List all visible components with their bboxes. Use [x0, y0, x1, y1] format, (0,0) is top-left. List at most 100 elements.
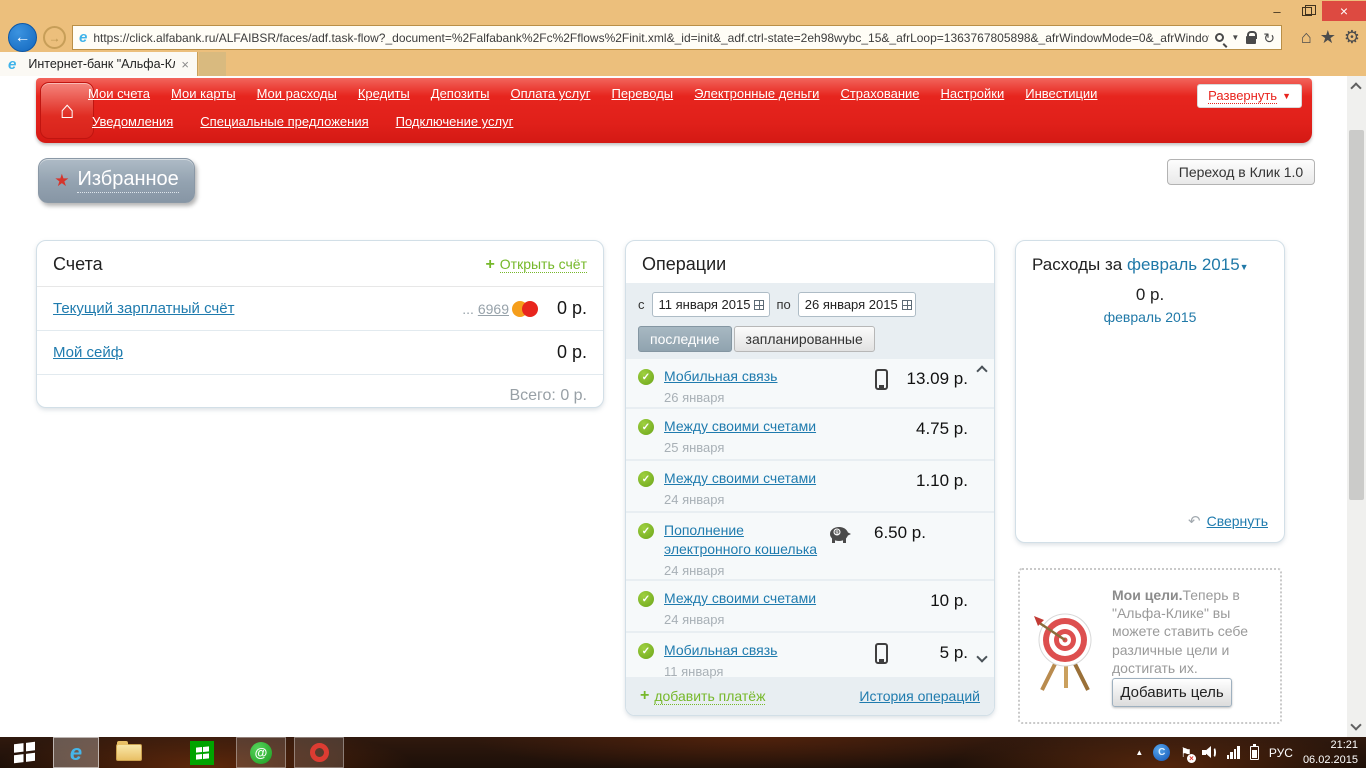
- search-icon[interactable]: [1215, 33, 1225, 42]
- back-button[interactable]: ←: [8, 23, 37, 52]
- scroll-down-icon[interactable]: [1350, 719, 1362, 731]
- calendar-icon[interactable]: [754, 299, 765, 310]
- switch-click10-button[interactable]: Переход в Клик 1.0: [1167, 159, 1315, 185]
- date-to-input[interactable]: 26 января 2015: [797, 292, 916, 317]
- expenses-panel: Расходы за февраль 2015▼ 0 р. февраль 20…: [1015, 240, 1285, 543]
- nav-item-expenses[interactable]: Мои расходы: [257, 86, 337, 101]
- site-home-button[interactable]: ⌂: [40, 82, 94, 139]
- desktop-screen: – × ← → e https://click.alfabank.ru/ALFA…: [0, 0, 1366, 768]
- date-range-row: с 11 января 2015 по 26 января 2015: [638, 292, 916, 317]
- expand-label: Развернуть: [1208, 88, 1278, 104]
- nav-item-credits[interactable]: Кредиты: [358, 86, 410, 101]
- nav-item-transfers[interactable]: Переводы: [611, 86, 673, 101]
- gear-icon[interactable]: ⚙: [1344, 27, 1360, 48]
- scroll-up-icon[interactable]: [1350, 82, 1362, 94]
- nav-item-investments[interactable]: Инвестиции: [1025, 86, 1097, 101]
- history-link[interactable]: История операций: [859, 688, 980, 704]
- nav-item-settings[interactable]: Настройки: [941, 86, 1005, 101]
- tab-title: Интернет-банк "Альфа-Кл...: [28, 57, 176, 71]
- operation-link[interactable]: Между своими счетами: [664, 470, 816, 486]
- address-bar[interactable]: e https://click.alfabank.ru/ALFAIBSR/fac…: [72, 25, 1282, 50]
- total-label: Всего:: [509, 387, 556, 404]
- collapse-link[interactable]: Свернуть: [1207, 513, 1268, 529]
- nav-item-cards[interactable]: Мои карты: [171, 86, 236, 101]
- network-signal-icon[interactable]: [1226, 746, 1240, 759]
- mastercard-icon: [512, 300, 538, 317]
- browser-tab[interactable]: e Интернет-банк "Альфа-Кл... ×: [0, 52, 198, 76]
- open-account-link[interactable]: + Открыть счёт: [485, 256, 587, 274]
- nav-item-connect-services[interactable]: Подключение услуг: [396, 114, 514, 129]
- forward-button[interactable]: →: [43, 26, 66, 49]
- account-row: Текущий зарплатный счёт ... 6969 0 р.: [37, 287, 603, 331]
- page-scrollbar[interactable]: [1347, 76, 1366, 737]
- operation-link[interactable]: Между своими счетами: [664, 590, 816, 606]
- calendar-icon[interactable]: [901, 299, 912, 310]
- nav-item-accounts[interactable]: Мои счета: [88, 86, 150, 101]
- lock-icon: [1246, 30, 1258, 44]
- account-link-safe[interactable]: Мой сейф: [53, 344, 123, 361]
- operation-row[interactable]: ✓ Между своими счетами 25 января 4.75 р.: [626, 409, 994, 461]
- add-goal-button[interactable]: Добавить цель: [1112, 678, 1232, 707]
- close-button[interactable]: ×: [1322, 1, 1366, 21]
- scrollbar-thumb[interactable]: [1349, 130, 1364, 500]
- tab-latest[interactable]: последние: [638, 326, 732, 352]
- operation-link[interactable]: Между своими счетами: [664, 418, 816, 434]
- nav-item-deposits[interactable]: Депозиты: [431, 86, 490, 101]
- home-icon[interactable]: ⌂: [1301, 27, 1312, 48]
- taskbar-mailru-button[interactable]: @: [236, 737, 286, 768]
- restore-button[interactable]: [1292, 1, 1322, 21]
- account-link-salary[interactable]: Текущий зарплатный счёт: [53, 300, 234, 317]
- url-text[interactable]: https://click.alfabank.ru/ALFAIBSR/faces…: [93, 31, 1209, 45]
- operation-row[interactable]: ✓ Между своими счетами 24 января 10 р.: [626, 581, 994, 633]
- operation-row[interactable]: ✓ Между своими счетами 24 января 1.10 р.: [626, 461, 994, 513]
- battery-icon[interactable]: [1249, 743, 1259, 760]
- expand-menu-button[interactable]: Развернуть ▼: [1197, 84, 1302, 108]
- operation-row[interactable]: ✓ Мобильная связь 26 января 13.09 р.: [626, 359, 994, 409]
- store-icon: [190, 740, 214, 765]
- operation-link[interactable]: Мобильная связь: [664, 642, 777, 658]
- expenses-period-select[interactable]: февраль 2015▼: [1127, 255, 1249, 274]
- operation-link[interactable]: Пополнение электронного кошелька: [664, 522, 817, 557]
- account-amount: 0 р.: [556, 298, 587, 318]
- favorites-star-icon[interactable]: ★: [1320, 27, 1336, 48]
- add-payment-link[interactable]: + добавить платёж: [640, 687, 766, 705]
- nav-item-notifications[interactable]: Уведомления: [92, 114, 173, 129]
- favorites-button[interactable]: ★ Избранное: [38, 158, 195, 203]
- nav-item-emoney[interactable]: Электронные деньги: [694, 86, 819, 101]
- date-from-input[interactable]: 11 января 2015: [651, 292, 770, 317]
- nav-item-payments[interactable]: Оплата услуг: [510, 86, 590, 101]
- action-center-flag-icon[interactable]: ⚑ ×: [1180, 745, 1196, 763]
- target-icon: [1034, 613, 1092, 691]
- nav-item-special-offers[interactable]: Специальные предложения: [200, 114, 368, 129]
- operations-body: с 11 января 2015 по 26 января 2015 после…: [626, 283, 994, 715]
- taskbar-opera-button[interactable]: [294, 737, 344, 768]
- taskbar-explorer-button[interactable]: [106, 737, 152, 768]
- card-mask: ... 6969: [462, 300, 509, 317]
- date-from-label: с: [638, 297, 645, 312]
- comodo-tray-icon[interactable]: C: [1153, 744, 1171, 761]
- operation-amount: 6.50 р.: [874, 523, 926, 542]
- new-tab-button[interactable]: [199, 52, 226, 76]
- taskbar-store-button[interactable]: [180, 737, 224, 768]
- clock[interactable]: 21:21 06.02.2015: [1303, 738, 1358, 767]
- refresh-icon[interactable]: ↻: [1263, 31, 1275, 45]
- volume-icon[interactable]: [1201, 746, 1217, 759]
- expenses-subtitle-link[interactable]: февраль 2015: [1016, 309, 1284, 325]
- language-indicator[interactable]: РУС: [1269, 746, 1293, 760]
- operation-date: 25 января: [664, 440, 725, 455]
- start-button[interactable]: [0, 737, 48, 768]
- operation-date: 24 января: [664, 612, 725, 627]
- operation-link[interactable]: Мобильная связь: [664, 368, 777, 384]
- tab-close-icon[interactable]: ×: [181, 57, 189, 72]
- operation-row[interactable]: ✓ Мобильная связь 11 января 5 р.: [626, 633, 994, 679]
- taskbar-ie-button[interactable]: e: [53, 737, 99, 768]
- operation-row[interactable]: ✓ Пополнение электронного кошелька 24 ян…: [626, 513, 994, 581]
- nav-item-insurance[interactable]: Страхование: [840, 86, 919, 101]
- tray-expand-icon[interactable]: ▲: [1135, 748, 1143, 757]
- add-payment-label: добавить платёж: [654, 687, 766, 705]
- chevron-down-icon[interactable]: ▼: [1231, 33, 1239, 42]
- operations-tabs: последние запланированные: [638, 326, 875, 352]
- favorites-label: Избранное: [77, 168, 179, 193]
- tab-scheduled[interactable]: запланированные: [733, 326, 875, 352]
- minimize-button[interactable]: –: [1262, 1, 1292, 21]
